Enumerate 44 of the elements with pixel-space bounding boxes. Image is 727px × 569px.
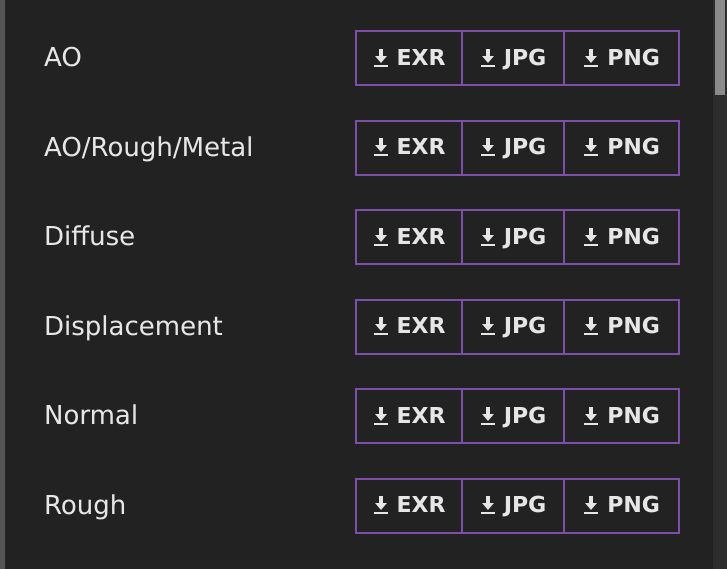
download-button[interactable]: JPG [463,478,565,534]
download-button[interactable]: JPG [463,30,565,86]
download-icon [480,48,496,68]
download-icon [583,228,600,246]
map-label: AO/Rough/Metal [44,132,254,162]
download-icon [372,317,389,336]
map-label: AO [44,43,83,73]
download-icon [480,138,496,157]
download-button[interactable]: PNG [565,298,680,354]
download-button[interactable]: PNG [565,478,680,534]
download-button[interactable]: PNG [565,388,680,444]
download-button[interactable]: PNG [565,120,680,176]
download-button[interactable]: PNG [565,30,680,86]
download-button[interactable]: EXR [355,478,463,534]
map-label: Rough [44,490,128,520]
map-label: Diffuse [44,222,136,252]
scrollbar-thumb[interactable] [715,0,725,95]
download-icon [480,496,496,515]
download-button[interactable]: JPG [463,120,565,176]
download-icon [583,496,600,515]
map-label: Displacement [44,312,224,342]
download-icon [583,138,600,157]
download-button[interactable]: EXR [355,298,463,354]
download-icon [583,406,600,426]
download-icon [372,496,389,515]
map-label: Normal [44,401,140,431]
download-button[interactable]: JPG [463,209,565,265]
scrollbar[interactable] [713,0,727,569]
download-button[interactable]: EXR [355,120,463,176]
download-icon [372,228,389,246]
download-icon [583,317,600,336]
download-icon [480,406,496,426]
download-button[interactable]: EXR [355,209,463,265]
download-icon [372,138,389,157]
download-icon [372,48,389,68]
download-button[interactable]: JPG [463,298,565,354]
download-icon [372,406,389,426]
download-button[interactable]: EXR [355,388,463,444]
download-icon [480,228,496,246]
download-button[interactable]: PNG [565,209,680,265]
download-button[interactable]: JPG [463,388,565,444]
download-button[interactable]: EXR [355,30,463,86]
download-icon [480,317,496,336]
download-icon [583,48,600,68]
